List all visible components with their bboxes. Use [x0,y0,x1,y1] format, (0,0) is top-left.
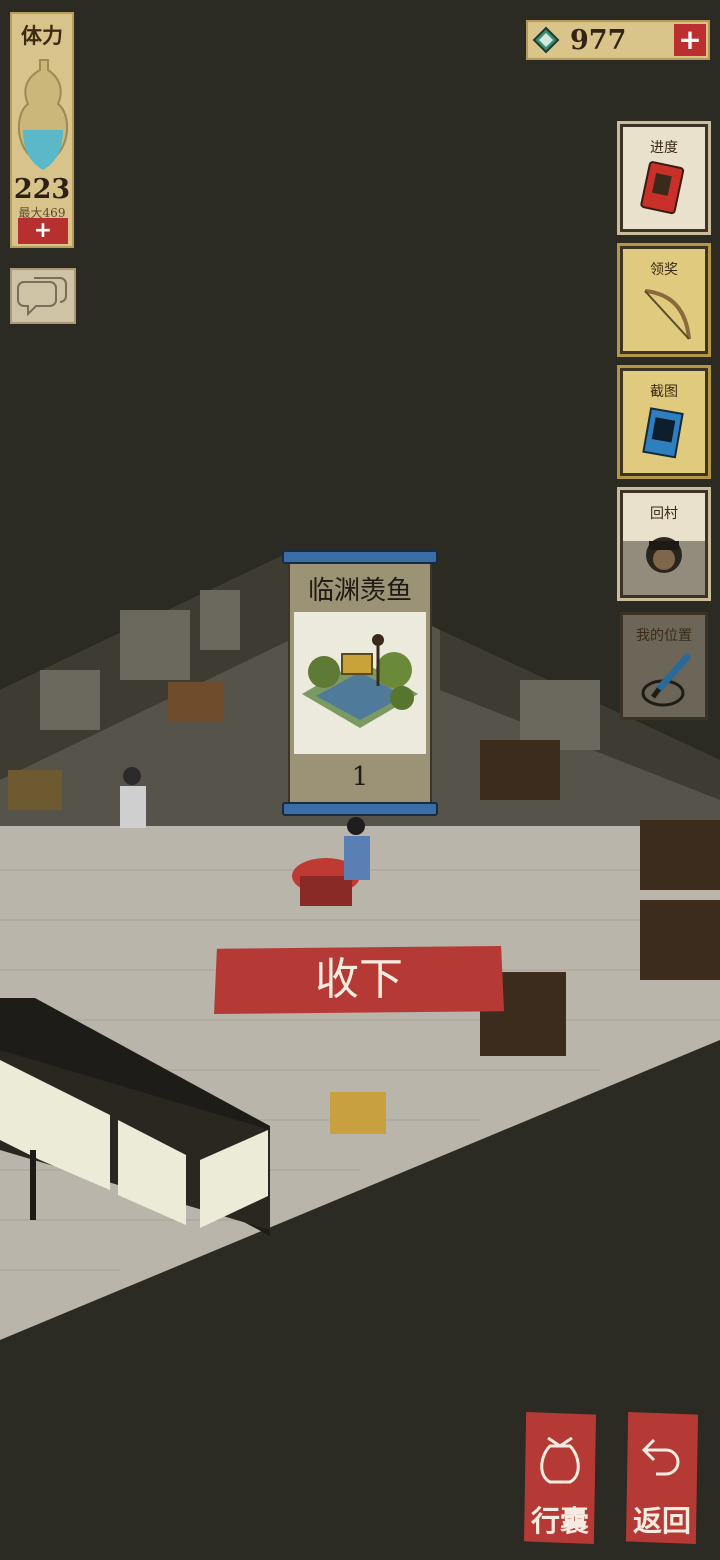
chat-button[interactable] [10,268,76,324]
dim-overlay [623,541,705,595]
brush-location-icon [641,653,691,707]
currency-panel: 977 + [526,20,710,60]
inventory-label: 行囊 [530,1504,589,1538]
progress-button[interactable]: 进度 [617,121,711,235]
reward-button[interactable]: 领奖 [617,243,711,357]
progress-label: 进度 [650,140,678,156]
bow-icon [644,289,691,340]
jade-gem-icon [532,26,560,54]
book-icon [640,161,685,215]
return-village-button[interactable]: 回村 [617,487,711,601]
screenshot-label: 截图 [650,384,678,400]
my-location-label: 我的位置 [636,628,692,644]
screenshot-button[interactable]: 截图 [617,365,711,479]
stamina-title: 体力 [21,23,63,48]
reward-label: 领奖 [650,262,678,278]
accept-button[interactable]: 收下 [214,946,504,1014]
my-location-button[interactable]: 我的位置 [620,612,708,720]
currency-amount: 977 [570,25,627,56]
reward-item-name: 临渊羡鱼 [307,576,412,606]
bag-icon [540,1436,580,1484]
scroll-bottom-roller [282,802,438,816]
reward-card-paper: 临渊羡鱼 1 [288,562,432,804]
scroll-top-roller [282,550,438,564]
return-village-label: 回村 [650,506,678,522]
back-button[interactable]: 返回 [626,1412,698,1544]
return-arrow-icon [641,1438,680,1476]
reward-item-image [294,612,426,754]
gourd-icon [18,59,68,170]
stamina-panel: 体力 223 最大469 + [10,12,74,248]
reward-item-quantity: 1 [351,762,369,792]
stamina-add-button[interactable]: + [18,218,68,244]
inventory-button[interactable]: 行囊 [524,1412,596,1544]
photo-icon [642,407,684,459]
stamina-value: 223 [13,174,71,205]
back-label: 返回 [632,1504,691,1538]
currency-add-button[interactable]: + [674,24,706,56]
reward-card: 临渊羡鱼 1 [282,550,438,818]
garden-scene-icon [302,634,418,728]
chat-bubble-icon [17,277,67,317]
